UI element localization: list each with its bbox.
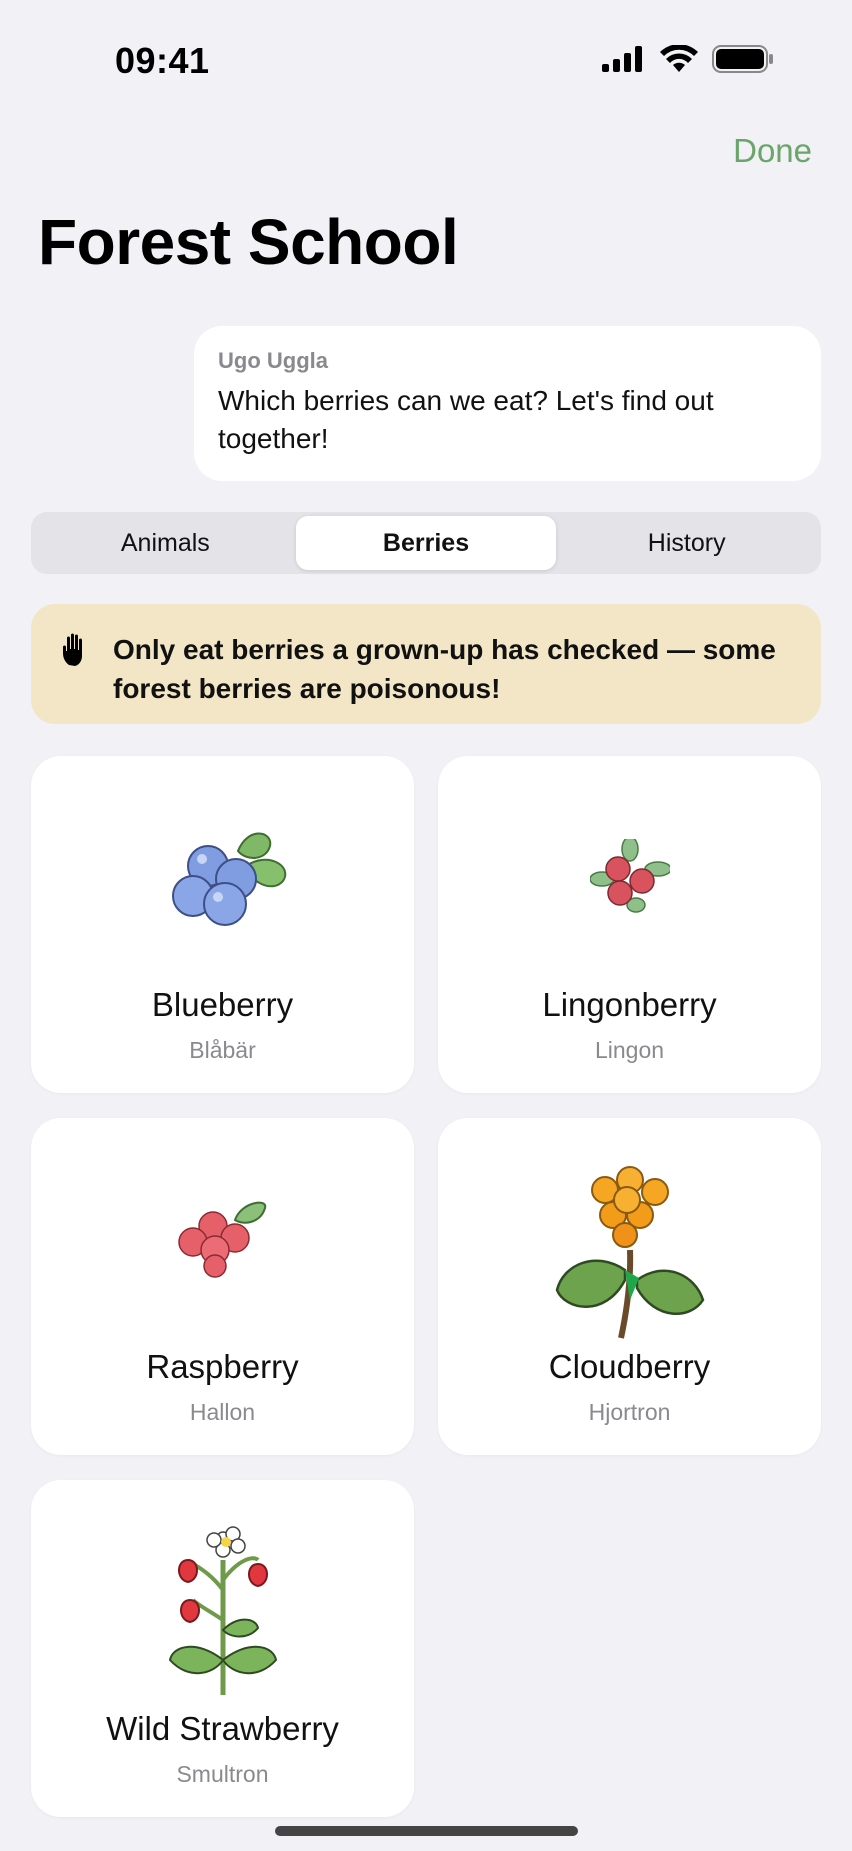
hand-icon [63,633,82,666]
berry-card-wild-strawberry[interactable]: Wild Strawberry Smultron [31,1480,414,1817]
category-segmented-control: Animals Berries History [31,512,821,574]
lingonberry-icon [589,838,670,913]
berry-name: Cloudberry [548,1348,711,1385]
page-title: Forest School [38,206,459,278]
berry-card-lingonberry[interactable]: Lingonberry Lingon [438,756,821,1093]
raspberry-icon [177,1201,266,1278]
cloudberry-icon [555,1166,704,1339]
berry-name: Lingonberry [542,986,717,1023]
wild-strawberry-icon [168,1525,277,1695]
berry-swedish-name: Lingon [594,1037,665,1063]
berry-swedish-name: Blåbär [189,1037,256,1063]
home-indicator[interactable] [275,1826,578,1836]
status-time: 09:41 [115,40,210,81]
screen: 09:41 Done Forest School Ugo Uggla Which… [0,0,852,1851]
signal-icon [602,46,642,72]
berry-name: Raspberry [146,1348,299,1385]
berry-name: Blueberry [151,986,294,1023]
berry-name: Wild Strawberry [106,1710,339,1747]
done-button[interactable]: Done [733,132,812,170]
berry-swedish-name: Smultron [176,1761,269,1787]
battery-icon [712,45,773,73]
berry-swedish-name: Hallon [189,1399,256,1425]
status-icons [602,45,774,73]
tab-history[interactable]: History [556,516,817,570]
message-bubble: Ugo Uggla Which berries can we eat? Let'… [194,326,821,481]
tab-berries[interactable]: Berries [295,516,557,570]
poison-warning-banner: Only eat berries a grown-up has checked … [31,604,821,724]
berry-card-blueberry[interactable]: Blueberry Blåbär [31,756,414,1093]
blueberry-icon [171,832,286,926]
message-sender: Ugo Uggla [218,348,328,373]
tab-animals[interactable]: Animals [35,516,296,570]
berry-card-cloudberry[interactable]: Cloudberry Hjortron [438,1118,821,1455]
warning-text: Only eat berries a grown-up has checked … [113,634,776,704]
berry-swedish-name: Hjortron [588,1399,671,1425]
wifi-icon [660,45,698,72]
berry-card-raspberry[interactable]: Raspberry Hallon [31,1118,414,1455]
message-text: Which berries can we eat? Let's find out… [218,385,714,454]
